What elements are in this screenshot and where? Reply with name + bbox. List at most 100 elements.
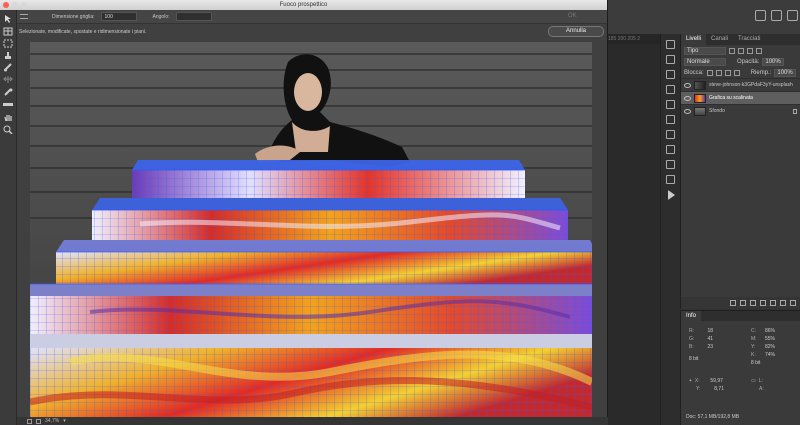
styles-icon[interactable]	[666, 100, 675, 109]
transform-icon[interactable]	[3, 75, 13, 84]
perspective-canvas[interactable]	[30, 42, 592, 417]
document-area	[608, 44, 660, 425]
adjustments-icon[interactable]	[666, 85, 675, 94]
angle-label: Angolo:	[152, 13, 170, 20]
hint-bar: i Selezionate, modificate, spostate e ri…	[0, 24, 607, 40]
vanishing-point-dialog: Fuoco prospettico Dimensione griglia: 10…	[0, 0, 608, 425]
cancel-button[interactable]: Annulla	[548, 26, 604, 37]
new-layer-icon[interactable]	[780, 300, 786, 306]
opacity-label: Opacità:	[737, 58, 760, 65]
brush-icon[interactable]	[3, 63, 13, 72]
zoom-icon[interactable]	[3, 125, 13, 134]
character-icon[interactable]	[666, 130, 675, 139]
lock-transparency-icon[interactable]	[706, 69, 713, 76]
history-icon[interactable]	[666, 40, 675, 49]
zoom-window-button[interactable]	[21, 2, 27, 8]
opacity-field[interactable]: 100%	[762, 57, 784, 66]
clone-source-icon[interactable]	[666, 160, 675, 169]
paragraph-icon[interactable]	[666, 145, 675, 154]
info-wh: ▭ L: A:	[751, 378, 764, 392]
paths-icon[interactable]	[666, 115, 675, 124]
zoom-in-icon[interactable]	[36, 418, 41, 424]
notes-icon[interactable]	[666, 175, 675, 184]
workspace-icons	[755, 10, 798, 21]
panel-icon-strip	[660, 34, 680, 425]
zoom-dropdown-icon[interactable]: ▾	[63, 418, 66, 424]
options-bar: Dimensione griglia: 100 Angolo:	[0, 10, 607, 24]
brush-settings-icon[interactable]	[666, 70, 675, 79]
workspace-icon[interactable]	[771, 10, 782, 21]
filter-pixel-icon[interactable]	[729, 47, 735, 54]
fill-field[interactable]: 100%	[774, 68, 796, 77]
options-menu-icon[interactable]	[20, 14, 28, 19]
layer-thumbnail	[694, 106, 706, 116]
layers-tabs: Livelli Canali Tracciati	[681, 34, 800, 45]
layers-footer	[681, 297, 800, 309]
layer-thumbnail	[694, 93, 706, 103]
blend-row: Normale Opacità: 100%	[681, 56, 800, 67]
lock-row: Blocca: Riemp.: 100%	[681, 67, 800, 78]
search-icon[interactable]	[755, 10, 766, 21]
visibility-eye-icon[interactable]	[684, 108, 691, 114]
eyedropper-icon[interactable]	[3, 88, 13, 97]
zoom-out-icon[interactable]	[27, 418, 32, 424]
tab-layers[interactable]: Livelli	[681, 34, 707, 45]
fill-label: Riemp.:	[750, 69, 772, 76]
dialog-titlebar: Fuoco prospettico	[0, 0, 607, 10]
measure-icon[interactable]	[3, 100, 13, 109]
filter-shape-icon[interactable]	[756, 47, 762, 54]
actions-play-icon[interactable]	[668, 190, 675, 200]
share-icon[interactable]	[787, 10, 798, 21]
filter-adjust-icon[interactable]	[738, 47, 744, 54]
doc-size: Doc: 57,1 MB/192,8 MB	[686, 414, 740, 420]
tab-info[interactable]: Info	[681, 311, 702, 321]
close-window-button[interactable]	[3, 2, 9, 8]
lock-brush-icon[interactable]	[715, 69, 722, 76]
stamp-icon[interactable]	[3, 51, 13, 60]
ok-button[interactable]: OK	[568, 13, 577, 19]
layer-row-artwork[interactable]: Grafica su scalinata	[681, 91, 800, 104]
properties-icon[interactable]	[666, 55, 675, 64]
layer-name: Grafica su scalinata	[709, 95, 753, 101]
lock-all-icon[interactable]	[733, 69, 740, 76]
grid-size-label: Dimensione griglia:	[52, 13, 95, 20]
folder-icon[interactable]	[770, 300, 776, 306]
blend-mode-select[interactable]: Normale	[684, 57, 726, 66]
hand-icon[interactable]	[3, 113, 13, 122]
dialog-title: Fuoco prospettico	[279, 2, 328, 8]
adjustment-layer-icon[interactable]	[760, 300, 766, 306]
hint-text: Selezionate, modificate, spostate e ridi…	[19, 29, 147, 35]
tab-paths[interactable]: Tracciati	[733, 34, 765, 45]
crosshair-icon: +	[689, 378, 692, 384]
minimize-window-button[interactable]	[12, 2, 18, 8]
link-icon[interactable]	[730, 300, 736, 306]
dialog-tools	[0, 10, 17, 425]
filter-type-icon[interactable]	[747, 47, 753, 54]
marquee-icon[interactable]	[3, 39, 13, 48]
layer-row-photo[interactable]: steve-johnson-k3GPdaF3yY-unsplash	[681, 78, 800, 91]
trash-icon[interactable]	[790, 300, 796, 306]
visibility-eye-icon[interactable]	[684, 82, 691, 88]
edit-plane-icon[interactable]	[3, 14, 13, 23]
dialog-status-bar: 34,7% ▾	[17, 417, 608, 425]
lock-icon	[793, 108, 797, 114]
zoom-level[interactable]: 34,7%	[45, 418, 59, 424]
layer-filter-row: Tipo	[681, 45, 800, 56]
visibility-eye-icon[interactable]	[684, 95, 691, 101]
bit-depth-left: 8 bit	[689, 356, 699, 362]
layer-thumbnail	[694, 80, 706, 90]
fx-icon[interactable]	[740, 300, 746, 306]
mask-icon[interactable]	[750, 300, 756, 306]
info-cmyk: C: 86% M: 55% Y: 82% K: 74% 8 bit	[751, 328, 775, 366]
lock-move-icon[interactable]	[724, 69, 731, 76]
grid-size-input[interactable]: 100	[100, 12, 137, 21]
angle-input[interactable]	[175, 12, 212, 21]
tab-channels[interactable]: Canali	[706, 34, 733, 45]
lock-label: Blocca:	[684, 69, 704, 76]
layer-filter-select[interactable]: Tipo	[684, 46, 726, 55]
layer-row-background[interactable]: Sfondo	[681, 104, 800, 117]
layer-name: Sfondo	[709, 108, 725, 114]
create-plane-icon[interactable]	[3, 27, 13, 36]
info-rgb: R: 18 G: 41 B: 23 8 bit	[689, 328, 713, 362]
canvas-artwork	[30, 42, 592, 417]
